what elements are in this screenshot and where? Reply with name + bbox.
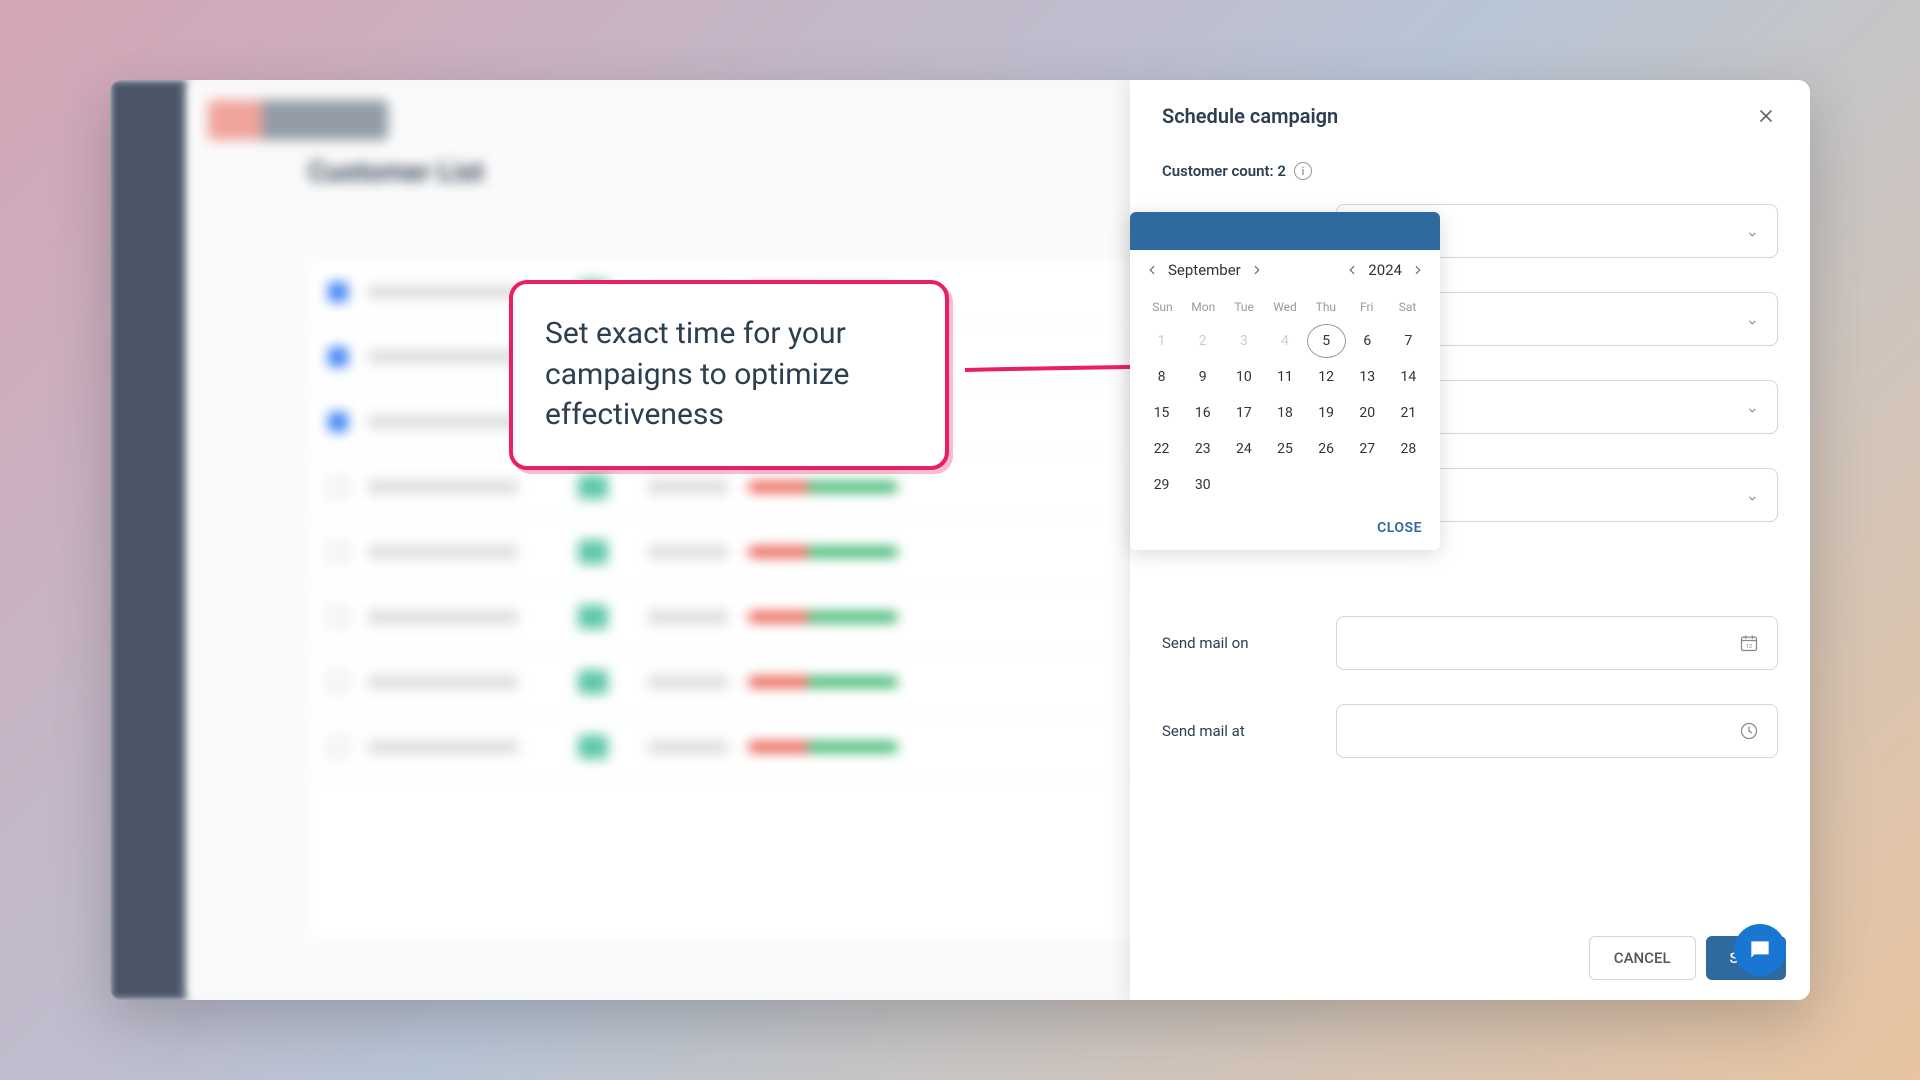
- year-label: 2024: [1368, 261, 1402, 279]
- weekday-cell: Wed: [1265, 294, 1306, 320]
- day-cell[interactable]: 10: [1224, 360, 1263, 394]
- day-cell[interactable]: 25: [1265, 432, 1304, 466]
- page-title: Customer List: [308, 155, 484, 188]
- day-cell[interactable]: 20: [1348, 396, 1387, 430]
- send-mail-on-input[interactable]: 12: [1336, 616, 1778, 670]
- send-mail-at-input[interactable]: [1336, 704, 1778, 758]
- chat-bubble-button[interactable]: [1734, 924, 1786, 976]
- day-cell[interactable]: 27: [1348, 432, 1387, 466]
- weekday-cell: Tue: [1224, 294, 1265, 320]
- info-icon[interactable]: i: [1294, 162, 1312, 180]
- prev-month-button[interactable]: [1142, 260, 1162, 280]
- day-cell: 2: [1183, 324, 1222, 358]
- customer-count-row: Customer count: 2 i: [1130, 152, 1810, 204]
- chevron-down-icon: ⌄: [1746, 310, 1759, 329]
- close-icon: [1756, 106, 1776, 126]
- calendar-icon: 12: [1739, 633, 1759, 653]
- month-label: September: [1168, 261, 1241, 279]
- day-cell[interactable]: 30: [1183, 468, 1222, 502]
- chevron-left-icon: [1145, 263, 1159, 277]
- day-cell[interactable]: 24: [1224, 432, 1263, 466]
- day-cell[interactable]: 8: [1142, 360, 1181, 394]
- chevron-left-icon: [1345, 263, 1359, 277]
- day-cell[interactable]: 16: [1183, 396, 1222, 430]
- weekday-row: SunMonTueWedThuFriSat: [1130, 290, 1440, 324]
- day-cell[interactable]: 29: [1142, 468, 1181, 502]
- day-cell[interactable]: 9: [1183, 360, 1222, 394]
- day-cell: 1: [1142, 324, 1181, 358]
- next-year-button[interactable]: [1408, 260, 1428, 280]
- drawer-title: Schedule campaign: [1162, 104, 1338, 128]
- day-cell[interactable]: 15: [1142, 396, 1181, 430]
- weekday-cell: Mon: [1183, 294, 1224, 320]
- sidebar: [110, 80, 188, 1000]
- day-cell: 4: [1265, 324, 1304, 358]
- day-cell[interactable]: 26: [1307, 432, 1346, 466]
- calendar-header-bar: [1130, 212, 1440, 250]
- send-mail-at-label: Send mail at: [1162, 722, 1336, 740]
- weekday-cell: Sun: [1142, 294, 1183, 320]
- day-cell[interactable]: 19: [1307, 396, 1346, 430]
- chevron-down-icon: ⌄: [1746, 486, 1759, 505]
- day-cell[interactable]: 11: [1265, 360, 1304, 394]
- clock-icon: [1739, 721, 1759, 741]
- calendar-nav: September 2024: [1130, 250, 1440, 290]
- drawer-header: Schedule campaign: [1130, 80, 1810, 152]
- day-cell[interactable]: 23: [1183, 432, 1222, 466]
- chat-icon: [1747, 937, 1773, 963]
- day-cell[interactable]: 18: [1265, 396, 1304, 430]
- customer-count-label: Customer count: 2: [1162, 162, 1286, 180]
- callout-text: Set exact time for your campaigns to opt…: [545, 314, 913, 436]
- weekday-cell: Sat: [1387, 294, 1428, 320]
- weekday-cell: Fri: [1346, 294, 1387, 320]
- tutorial-callout: Set exact time for your campaigns to opt…: [509, 280, 949, 470]
- day-cell: 3: [1224, 324, 1263, 358]
- app-window: Customer List Set exact time for your ca…: [110, 80, 1810, 1000]
- calendar-popover: September 2024 SunMonTueWedThuFriSat 123…: [1130, 212, 1440, 550]
- calendar-close-button[interactable]: CLOSE: [1377, 520, 1422, 536]
- day-cell[interactable]: 17: [1224, 396, 1263, 430]
- cancel-button[interactable]: CANCEL: [1589, 936, 1696, 980]
- next-month-button[interactable]: [1247, 260, 1267, 280]
- chevron-down-icon: ⌄: [1746, 222, 1759, 241]
- day-cell[interactable]: 5: [1307, 324, 1346, 358]
- weekday-cell: Thu: [1305, 294, 1346, 320]
- days-grid: 1234567891011121314151617181920212223242…: [1130, 324, 1440, 510]
- send-mail-on-label: Send mail on: [1162, 634, 1336, 652]
- day-cell[interactable]: 7: [1389, 324, 1428, 358]
- chevron-down-icon: ⌄: [1746, 398, 1759, 417]
- svg-text:12: 12: [1746, 644, 1753, 650]
- day-cell[interactable]: 14: [1389, 360, 1428, 394]
- day-cell[interactable]: 22: [1142, 432, 1181, 466]
- day-cell[interactable]: 12: [1307, 360, 1346, 394]
- day-cell[interactable]: 21: [1389, 396, 1428, 430]
- prev-year-button[interactable]: [1342, 260, 1362, 280]
- day-cell[interactable]: 28: [1389, 432, 1428, 466]
- day-cell[interactable]: 6: [1348, 324, 1387, 358]
- close-button[interactable]: [1754, 104, 1778, 128]
- drawer-footer: CANCEL Save: [1130, 916, 1810, 1000]
- chevron-right-icon: [1250, 263, 1264, 277]
- chevron-right-icon: [1411, 263, 1425, 277]
- day-cell[interactable]: 13: [1348, 360, 1387, 394]
